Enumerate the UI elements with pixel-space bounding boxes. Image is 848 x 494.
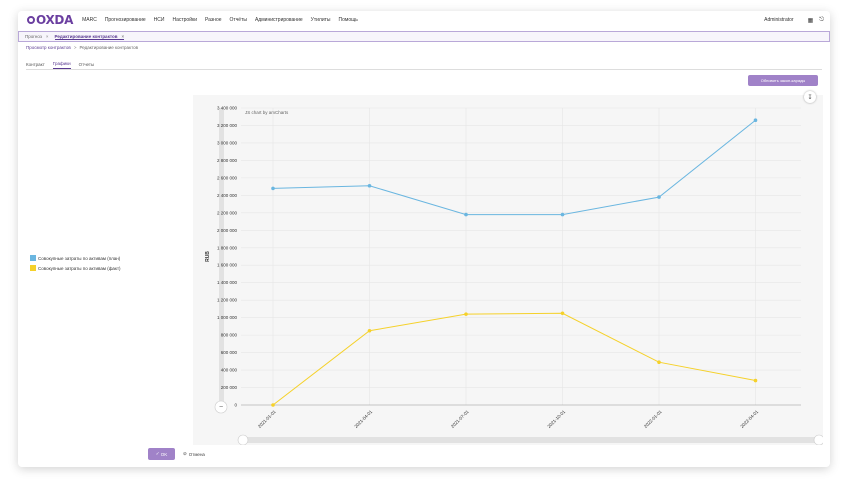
y-tick-label: 200 000: [221, 385, 238, 390]
grid-icon[interactable]: ▦: [808, 17, 814, 24]
tab-strip: Прогноз × Редактирование контрактов ×: [18, 31, 830, 42]
cancel-icon: ⊘: [183, 451, 187, 456]
y-tick-label: 2 600 000: [217, 175, 238, 180]
y-tick-label: 1 600 000: [217, 263, 238, 268]
sub-tabs: Контракт Графики Отчеты: [26, 58, 822, 70]
y-tick-label: 2 800 000: [217, 158, 238, 163]
user-area: Administrator ▦ ⎋: [764, 11, 824, 29]
chart-credit: JS chart by amCharts: [245, 110, 289, 115]
y-tick-label: 1 800 000: [217, 245, 238, 250]
tab-forecast-label: Прогноз: [25, 34, 42, 39]
ok-label: OK: [160, 451, 168, 457]
x-tick-label: 2021-10-01: [546, 409, 566, 429]
menu-item-marc[interactable]: MARC: [82, 17, 97, 23]
subtab-reports[interactable]: Отчеты: [79, 62, 95, 69]
y-tick-label: 3 400 000: [217, 106, 238, 111]
x-tick-label: 2021-04-01: [353, 409, 373, 429]
chart-legend: Совокупные затраты по активам (план) Сов…: [30, 255, 121, 275]
legend-label-plan: Совокупные затраты по активам (план): [38, 255, 121, 261]
legend-item-plan[interactable]: Совокупные затраты по активам (план): [30, 255, 121, 261]
y-tick-label: 3 200 000: [217, 123, 238, 128]
y-tick-label: 800 000: [221, 333, 238, 338]
breadcrumb: Просмотр контрактов > Редактирование кон…: [26, 45, 138, 50]
y-tick-label: 1 400 000: [217, 280, 238, 285]
tab-edit-contracts-label: Редактирование контрактов: [54, 33, 118, 39]
data-point[interactable]: [657, 195, 661, 199]
y-tick-label: 600 000: [221, 350, 238, 355]
logo-ring-icon: [27, 16, 35, 24]
data-point[interactable]: [560, 212, 565, 217]
data-point[interactable]: [271, 186, 275, 191]
logout-icon[interactable]: ⎋: [819, 17, 824, 24]
x-tick-label: 2021-01-01: [257, 409, 277, 429]
x-scrollbar[interactable]: [241, 437, 819, 443]
data-point[interactable]: [753, 378, 758, 383]
y-tick-label: 3 000 000: [217, 140, 238, 145]
x-tick-label: 2022-01-01: [643, 409, 663, 429]
main-menu: MARC Прогнозирование НСИ Настройки Разно…: [82, 17, 366, 23]
data-point[interactable]: [464, 312, 468, 316]
menu-item-forecasting[interactable]: Прогнозирование: [105, 17, 146, 23]
menu-item-misc[interactable]: Разное: [205, 17, 222, 23]
x-tick-label: 2022-04-01: [739, 409, 759, 429]
logo-text: OXDA: [36, 13, 74, 27]
close-icon[interactable]: ×: [121, 34, 124, 39]
legend-swatch-fact: [30, 265, 36, 271]
y-tick-label: 2 200 000: [217, 210, 238, 215]
x-tick-label: 2021-07-01: [450, 409, 470, 429]
y-tick-label: 1 200 000: [217, 298, 238, 303]
y-tick-label: 2 400 000: [217, 193, 238, 198]
cancel-button[interactable]: ⊘ Отмена: [183, 448, 205, 460]
series-line-0: [272, 119, 756, 216]
y-tick-label: 0: [234, 403, 237, 408]
ok-button[interactable]: ✓ OK: [148, 448, 175, 460]
menu-item-settings[interactable]: Настройки: [172, 17, 197, 23]
menu-item-utilities[interactable]: Утилиты: [311, 17, 331, 23]
y-tick-label: 2 000 000: [217, 228, 238, 233]
chart-area: 0 200 000 400 000 600 000 800 000 1 000 000 1 …: [193, 95, 823, 445]
scrollbar-handle-right[interactable]: [813, 434, 823, 445]
breadcrumb-separator: >: [73, 45, 77, 50]
data-point[interactable]: [753, 118, 758, 123]
legend-label-fact: Совокупные затраты по активам (факт): [38, 265, 121, 271]
legend-swatch-plan: [30, 255, 36, 261]
y-tick-label: 400 000: [221, 368, 238, 373]
tab-forecast[interactable]: Прогноз ×: [25, 34, 49, 39]
data-point[interactable]: [271, 403, 275, 407]
refresh-button[interactable]: Обновить закон-карады: [748, 75, 818, 86]
data-point[interactable]: [657, 360, 661, 364]
cancel-label: Отмена: [188, 451, 205, 457]
data-point[interactable]: [367, 183, 372, 188]
y-scrollbar[interactable]: [219, 108, 224, 405]
line-chart: 0 200 000 400 000 600 000 800 000 1 000 000 1 …: [205, 106, 823, 445]
user-name[interactable]: Administrator: [764, 17, 793, 23]
download-icon[interactable]: ↧: [804, 91, 816, 103]
tab-edit-contracts[interactable]: Редактирование контрактов ×: [54, 33, 125, 40]
scrollbar-handle-left[interactable]: [237, 434, 249, 445]
menu-item-help[interactable]: Помощь: [339, 17, 358, 23]
app-logo[interactable]: OXDA: [27, 13, 73, 27]
minus-icon: −: [219, 404, 223, 411]
close-icon[interactable]: ×: [46, 34, 49, 39]
breadcrumb-link[interactable]: Просмотр контрактов: [26, 45, 71, 50]
y-tick-label: 1 000 000: [217, 315, 238, 320]
legend-item-fact[interactable]: Совокупные затраты по активам (факт): [30, 265, 121, 271]
data-point[interactable]: [367, 328, 372, 333]
menu-item-admin[interactable]: Администрирование: [255, 17, 303, 23]
data-point[interactable]: [560, 311, 565, 316]
breadcrumb-current: Редактирование контрактов: [79, 45, 138, 50]
y-axis-label: RUB: [205, 251, 211, 262]
subtab-charts[interactable]: Графики: [52, 61, 71, 69]
app-window: OXDA MARC Прогнозирование НСИ Настройки …: [18, 11, 830, 467]
series-line-1: [272, 312, 756, 406]
menu-item-reports[interactable]: Отчёты: [230, 17, 247, 23]
top-nav: OXDA MARC Прогнозирование НСИ Настройки …: [18, 11, 830, 29]
data-point[interactable]: [464, 212, 468, 217]
menu-item-nsi[interactable]: НСИ: [154, 17, 165, 23]
subtab-contract[interactable]: Контракт: [26, 62, 45, 69]
